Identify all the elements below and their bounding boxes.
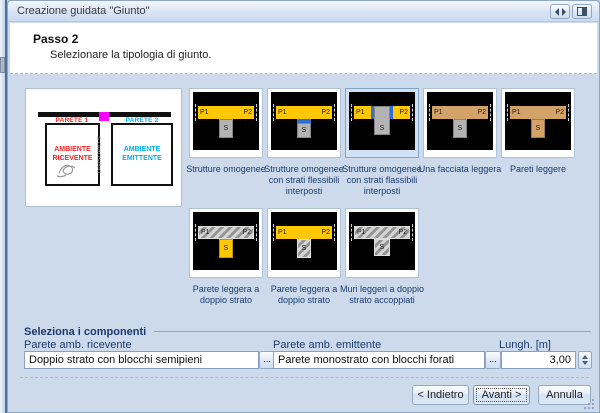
emitting-room: AMBIENTE EMITTENTE	[111, 123, 173, 186]
joint-diagram: P1 P2 S	[349, 92, 415, 150]
joint-diagram: P1 P2 S	[349, 212, 415, 270]
emitting-wall-input[interactable]	[273, 351, 485, 369]
divider-label: DIVISORIO S	[97, 125, 107, 185]
components-section-title: Seleziona i componenti	[24, 326, 146, 338]
receiving-wall-label: Parete amb. ricevente	[24, 339, 132, 351]
p1-marker: P1	[357, 229, 366, 236]
p2-marker: P2	[321, 109, 330, 116]
joint-type-double-light-2[interactable]: P1 P2 S	[267, 208, 341, 278]
titlebar-button-arrows[interactable]	[550, 4, 570, 19]
p1-marker: P1	[278, 229, 287, 236]
p2-marker: P2	[242, 229, 251, 236]
joint-type-light-facade[interactable]: P1 P2 S	[423, 88, 497, 158]
emitting-wall-browse-button[interactable]: ...	[485, 351, 501, 369]
joint-type-light-walls[interactable]: P1 P2 S	[501, 88, 575, 158]
tile-caption: Muri leggeri a doppio strato accoppiati	[334, 284, 430, 306]
length-label: Lungh. [m]	[499, 339, 551, 351]
background-window-icon	[0, 57, 5, 73]
p1-marker: P1	[278, 109, 287, 116]
joint-diagram: P1 P2 S	[271, 212, 337, 270]
section-divider	[154, 331, 591, 332]
joint-type-homogeneous[interactable]: P1 P2 S	[189, 88, 263, 158]
window-title: Creazione guidata "Giunto"	[17, 5, 150, 17]
tile-caption: Pareti leggere	[490, 164, 586, 175]
emitting-room-label: AMBIENTE EMITTENTE	[113, 145, 171, 163]
joint-diagram: P1 P2 S	[193, 92, 259, 150]
spin-up-icon[interactable]	[582, 355, 588, 359]
window-icon	[577, 7, 587, 16]
s-marker: S	[380, 244, 385, 251]
s-marker: S	[458, 125, 463, 132]
length-input[interactable]	[501, 351, 576, 369]
joint-diagram: P1 P2 S	[505, 92, 571, 150]
joint-preview-panel: PARETE 1 PARETE 2 AMBIENTE RICEVENTE AMB…	[25, 88, 182, 207]
p2-marker: P2	[398, 229, 407, 236]
screen: Creazione guidata "Giunto" Passo 2 Selez…	[0, 0, 600, 413]
s-marker: S	[302, 127, 307, 134]
p1-marker: P1	[200, 109, 209, 116]
next-button[interactable]: Avanti >	[473, 385, 530, 405]
titlebar-button-window[interactable]	[572, 4, 592, 19]
s-marker: S	[380, 125, 385, 132]
joint-diagram: P1 P2 S	[193, 212, 259, 270]
joint-type-coupled-light-walls[interactable]: P1 P2 S	[345, 208, 419, 278]
footer-divider	[20, 377, 589, 378]
sketch-figure-icon	[53, 157, 79, 179]
p2-marker: P2	[399, 109, 408, 116]
receiving-room: AMBIENTE RICEVENTE	[45, 123, 100, 186]
receiving-wall-input[interactable]	[24, 351, 259, 369]
wizard-dialog: Creazione guidata "Giunto" Passo 2 Selez…	[7, 0, 600, 413]
joint-diagram: P1 P2 S	[427, 92, 493, 150]
joint-type-homogeneous-flexible-through[interactable]: P1 P2 S	[345, 88, 419, 158]
emitting-wall-label: Parete amb. emittente	[273, 339, 381, 351]
back-button[interactable]: < Indietro	[412, 385, 469, 405]
joint-type-double-light-1[interactable]: P1 P2 S	[189, 208, 263, 278]
s-marker: S	[224, 245, 229, 252]
resize-grip[interactable]	[584, 398, 595, 409]
s-marker: S	[536, 125, 541, 132]
joint-type-homogeneous-flexible[interactable]: P1 P2 S	[267, 88, 341, 158]
p1-marker: P1	[512, 109, 521, 116]
titlebar[interactable]: Creazione guidata "Giunto"	[8, 1, 599, 22]
p1-marker: P1	[434, 109, 443, 116]
p2-marker: P2	[243, 109, 252, 116]
spin-down-icon[interactable]	[582, 361, 588, 365]
p2-marker: P2	[321, 229, 330, 236]
p2-marker: P2	[477, 109, 486, 116]
flexible-layer	[390, 106, 393, 119]
p1-marker: P1	[356, 109, 365, 116]
joint-marker	[99, 112, 109, 121]
length-spinner[interactable]	[578, 351, 592, 369]
p1-marker: P1	[201, 229, 210, 236]
joint-diagram: P1 P2 S	[271, 92, 337, 150]
s-marker: S	[224, 125, 229, 132]
step-header: Passo 2 Selezionare la tipologia di giun…	[10, 23, 597, 74]
step-title: Passo 2	[33, 32, 78, 46]
s-marker: S	[302, 245, 307, 252]
arrows-icon	[555, 8, 566, 16]
p2-marker: P2	[555, 109, 564, 116]
step-subtitle: Selezionare la tipologia di giunto.	[50, 49, 211, 61]
